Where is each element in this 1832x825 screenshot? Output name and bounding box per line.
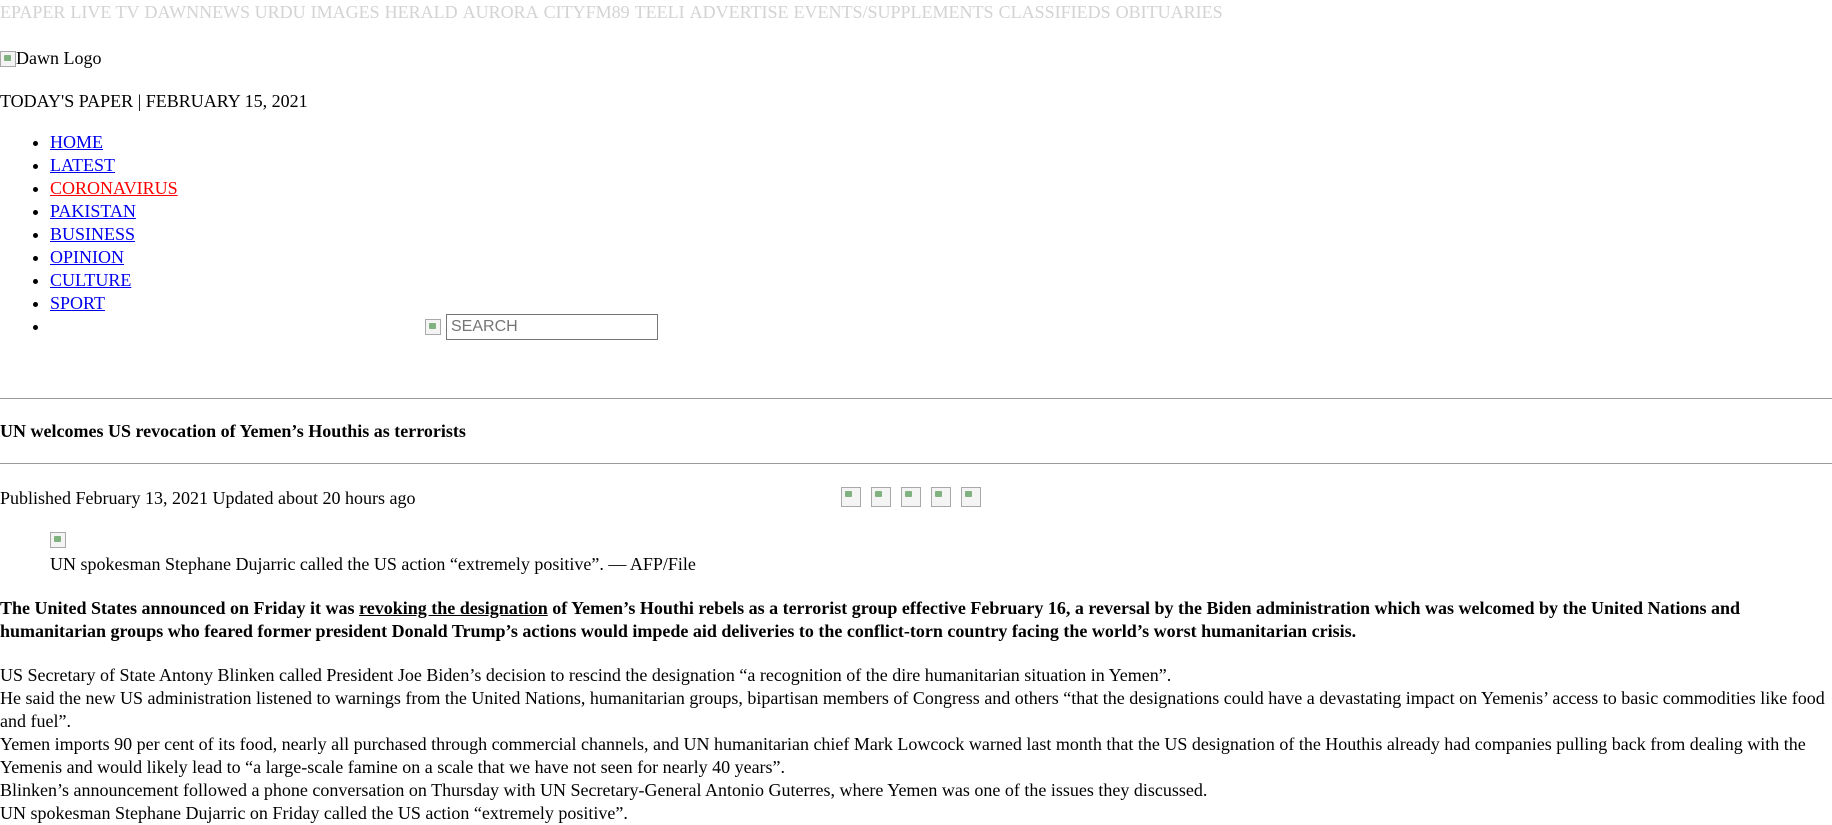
top-link-advertise[interactable]: ADVERTISE bbox=[690, 2, 789, 22]
share-twitter-icon[interactable] bbox=[871, 487, 891, 507]
nav-item-search bbox=[50, 314, 658, 340]
article-meta: Published February 13, 2021 Updated abou… bbox=[0, 488, 416, 508]
article-figure: UN spokesman Stephane Dujarric called th… bbox=[50, 532, 696, 576]
body-paragraph: Yemen imports 90 per cent of its food, n… bbox=[0, 734, 1806, 777]
nav-item-culture: CULTURE bbox=[50, 269, 178, 292]
nav-link-culture[interactable]: CULTURE bbox=[50, 270, 131, 290]
nav-link-opinion[interactable]: OPINION bbox=[50, 247, 124, 267]
top-link-images[interactable]: IMAGES bbox=[311, 2, 380, 22]
body-paragraph: Blinken’s announcement followed a phone … bbox=[0, 780, 1208, 800]
image-caption: UN spokesman Stephane Dujarric called th… bbox=[50, 554, 696, 574]
nav-item-sport: SPORT bbox=[50, 292, 178, 315]
broken-image-icon bbox=[0, 50, 16, 67]
search-input[interactable] bbox=[446, 314, 658, 340]
todays-paper-date[interactable]: TODAY'S PAPER | FEBRUARY 15, 2021 bbox=[0, 90, 308, 113]
dawn-logo[interactable]: Dawn Logo bbox=[0, 47, 101, 70]
divider-bottom bbox=[0, 463, 1832, 464]
top-link-cityfm89[interactable]: CITYFM89 bbox=[544, 2, 630, 22]
top-links-bar: EPAPER LIVE TV DAWNNEWS URDU IMAGES HERALD AU… bbox=[0, 1, 1228, 24]
nav-item-coronavirus: CORONAVIRUS bbox=[50, 177, 178, 200]
nav-item-business: BUSINESS bbox=[50, 223, 178, 246]
article-body: US Secretary of State Antony Blinken cal… bbox=[0, 664, 1832, 825]
nav-item-latest: LATEST bbox=[50, 154, 178, 177]
search-icon[interactable] bbox=[425, 319, 441, 335]
top-link-obituaries[interactable]: OBITUARIES bbox=[1116, 2, 1223, 22]
search-box bbox=[425, 314, 658, 340]
top-link-dawnnews-urdu[interactable]: DAWNNEWS URDU bbox=[145, 2, 306, 22]
revoking-designation-link[interactable]: revoking the designation bbox=[359, 598, 548, 618]
top-link-live-tv[interactable]: LIVE TV bbox=[70, 2, 139, 22]
top-link-aurora[interactable]: AURORA bbox=[463, 2, 539, 22]
nav-link-pakistan[interactable]: PAKISTAN bbox=[50, 201, 136, 221]
nav-link-latest[interactable]: LATEST bbox=[50, 155, 115, 175]
body-paragraph: US Secretary of State Antony Blinken cal… bbox=[0, 665, 1172, 685]
top-link-herald[interactable]: HERALD bbox=[385, 2, 458, 22]
share-buttons bbox=[841, 487, 981, 507]
divider-top bbox=[0, 398, 1832, 399]
share-facebook-icon[interactable] bbox=[841, 487, 861, 507]
nav-link-business[interactable]: BUSINESS bbox=[50, 224, 135, 244]
article-headline: UN welcomes US revocation of Yemen’s Hou… bbox=[0, 421, 466, 441]
share-whatsapp-icon[interactable] bbox=[901, 487, 921, 507]
share-email-icon[interactable] bbox=[931, 487, 951, 507]
nav-item-home: HOME bbox=[50, 131, 178, 154]
nav-link-coronavirus[interactable]: CORONAVIRUS bbox=[50, 178, 178, 198]
nav-link-home[interactable]: HOME bbox=[50, 132, 103, 152]
nav-link-sport[interactable]: SPORT bbox=[50, 293, 105, 313]
share-comments-icon[interactable] bbox=[961, 487, 981, 507]
body-paragraph: He said the new US administration listen… bbox=[0, 688, 1825, 731]
body-paragraph: UN spokesman Stephane Dujarric on Friday… bbox=[0, 803, 628, 823]
article-image bbox=[50, 532, 66, 548]
top-link-events-supplements[interactable]: EVENTS/SUPPLEMENTS bbox=[794, 2, 994, 22]
lead-text-start: The United States announced on Friday it… bbox=[0, 598, 360, 618]
article-lead: The United States announced on Friday it… bbox=[0, 597, 1832, 643]
nav-item-opinion: OPINION bbox=[50, 246, 178, 269]
dawn-logo-alt-text: Dawn Logo bbox=[16, 48, 102, 68]
top-link-classifieds[interactable]: CLASSIFIEDS bbox=[999, 2, 1111, 22]
main-nav: HOME LATEST CORONAVIRUS PAKISTAN BUSINES… bbox=[0, 131, 658, 340]
top-link-epaper[interactable]: EPAPER bbox=[0, 2, 65, 22]
nav-item-pakistan: PAKISTAN bbox=[50, 200, 178, 223]
top-link-teeli[interactable]: TEELI bbox=[635, 2, 685, 22]
